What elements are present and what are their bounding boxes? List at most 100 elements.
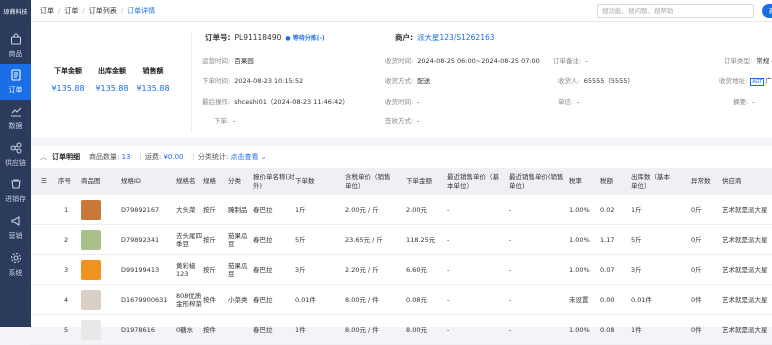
order-icon — [10, 69, 22, 85]
address-tag: AGT — [750, 78, 765, 86]
cell-qty: 1斤 — [295, 205, 306, 214]
address-field: 收货地址: AGT 广 — [719, 75, 772, 86]
sidebar-item[interactable]: 订单 — [0, 64, 31, 100]
order-note-value: - — [233, 117, 236, 125]
category-stats-link[interactable]: 点击查看 — [230, 153, 258, 161]
cell-spec-id: D1978616 — [121, 325, 155, 334]
chevron-up-icon[interactable]: ︿ — [40, 152, 47, 162]
sign-method-field: 签收方式: - — [385, 115, 420, 125]
order-id-field: 订单号: PL91118490 ● 等待分拣(-) — [205, 32, 325, 43]
order-type-value: 常规 - — [756, 57, 772, 65]
product-image — [81, 260, 101, 280]
column-settings-icon[interactable]: ☰ — [41, 168, 47, 195]
cell-quote: 春巴拉 — [253, 235, 273, 244]
bag-icon — [10, 33, 22, 49]
cell-quote: 春巴拉 — [253, 205, 273, 214]
separator: | — [192, 153, 195, 161]
address-label: 收货地址: — [719, 77, 748, 85]
cell-spec: 按斤 — [203, 205, 216, 214]
sidebar-item[interactable]: 供应链 — [0, 137, 31, 173]
sidebar-item[interactable]: 商品 — [0, 28, 31, 64]
category-stats-label: 分类统计: — [197, 153, 229, 161]
table-row[interactable]: 3 D99199413 黄彩椒123 按斤 茄果瓜豆 春巴拉 3斤 2.20元 / 斤 6.60… — [31, 255, 772, 285]
sign-method-value: - — [417, 117, 420, 125]
cell-tax-rate: 1.00% — [569, 325, 590, 334]
order-amount-label: 下单金额 — [54, 67, 82, 75]
breadcrumb-item[interactable]: 订单 — [64, 6, 78, 16]
cell-spec: 按斤 — [203, 265, 216, 274]
cell-name: 808优质金形榨菜 — [176, 291, 202, 308]
receive-time-label: 收货时间: — [385, 57, 414, 65]
sidebar-item[interactable]: 系统 — [0, 247, 31, 283]
order-amount-value: ¥135.88 — [51, 84, 85, 93]
cell-out: 1斤 — [631, 205, 642, 214]
cell-tax: 0.00 — [600, 295, 615, 304]
receiver-value: 65555（5555） — [583, 77, 634, 85]
receive-time-field-2: 收货时间: - — [385, 96, 420, 106]
breadcrumb-item[interactable]: 订单 — [40, 6, 54, 16]
freight: 运费: ¥0.00 — [145, 152, 184, 162]
merchant-link[interactable]: 派大星123/S1262163 — [417, 33, 495, 42]
product-image — [81, 230, 101, 250]
sidebar-item[interactable]: 进销存 — [0, 173, 31, 209]
order-remark-value: - — [585, 57, 588, 65]
table-row[interactable]: 1 D79892167 大头菜 按斤 腌制品 春巴拉 1斤 2.00元 / 斤 2.00元 - - 1… — [31, 195, 772, 225]
column-header: 规格名 — [176, 177, 196, 186]
cell-spec: 按件 — [203, 295, 216, 304]
sidebar-item[interactable]: 营销 — [0, 210, 31, 246]
table-row[interactable]: 5 D1978616 0糖水 按件 春巴拉 1件 8.00元 / 件 8.00元 - - 1.00%… — [31, 315, 772, 345]
order-items-table: ☰ 序号 商品图 规格ID 规格名 规格 分类 报价单名称(对外) 下单数 含税… — [31, 168, 772, 345]
cell-qty: 3斤 — [295, 265, 306, 274]
column-header: 规格 — [203, 177, 216, 186]
chevron-down-icon[interactable]: ⌄ — [258, 153, 267, 161]
cell-out: 0.01件 — [631, 295, 652, 304]
receive-method-label: 收货方式: — [385, 77, 414, 85]
cell-price: 8.00元 / 件 — [345, 325, 379, 334]
receive-method-field: 收货方式: 配送 — [385, 75, 430, 85]
column-header: 分类 — [228, 177, 241, 186]
table-row[interactable]: 4 D1679900631 808优质金形榨菜 按件 小菜类 春巴拉 0.01件 8.00元 … — [31, 285, 772, 315]
cell-out: 3斤 — [631, 265, 642, 274]
cell-tax-rate: 未设置 — [569, 295, 589, 304]
receive-time-field: 收货时间: 2024-08-25 06:00~2024-08-25 07:00 — [385, 55, 540, 65]
cell-tax: 0.02 — [600, 205, 615, 214]
summary-field: 摘要: - — [733, 96, 755, 106]
cell-spec-id: D99199413 — [121, 265, 160, 274]
search-input[interactable]: 搜功能、搜问题、搜帮助 — [597, 4, 754, 18]
sidebar-item[interactable]: 数据 — [0, 100, 31, 136]
last-operation-value: shceshi01（2024-08-23 11:46:42） — [234, 98, 349, 106]
cell-name: 去头尾四季豆 — [176, 231, 202, 248]
cell-recent-base: - — [447, 235, 450, 244]
column-header: 序号 — [58, 177, 71, 186]
new-user-guide-button[interactable]: 新手引导 — [762, 4, 772, 18]
cell-qty: 0.01件 — [295, 295, 316, 304]
receive-method-value: 配送 — [417, 77, 431, 85]
summary-label: 摘要: — [733, 98, 749, 106]
sidebar-item-label: 商品 — [8, 50, 23, 58]
cell-amount: 6.60元 — [406, 265, 427, 274]
product-image — [81, 290, 101, 310]
order-summary-card: 下单金额 ¥135.88 出库金额 ¥135.88 销售额 ¥135.88 订单… — [31, 22, 772, 138]
sidebar: 琼鼎科技 商品 订单 数据 供应链 进销存 营销 系统 — [0, 0, 31, 327]
cell-amount: 0.08元 — [406, 295, 427, 304]
receiver-label: 收货人: — [558, 77, 580, 85]
breadcrumb-item[interactable]: 订单列表 — [89, 6, 117, 16]
order-type-label: 订单类型: — [724, 57, 753, 65]
product-image — [81, 200, 101, 220]
cell-name: 0糖水 — [176, 325, 194, 334]
cell-supplier: 艺术就是派大星 — [722, 235, 768, 244]
cell-name: 黄彩椒123 — [176, 261, 196, 278]
breadcrumb-current: 订单详情 — [127, 6, 156, 15]
cell-supplier: 艺术就是派大星 — [722, 205, 768, 214]
cell-recent-base: - — [447, 205, 450, 214]
order-detail-title: 订单明细 — [52, 153, 80, 161]
column-header: 下单数 — [295, 177, 315, 186]
table-row[interactable]: 2 D79892341 去头尾四季豆 按斤 茄果瓜豆 春巴拉 5斤 23.65元 / 斤 118… — [31, 225, 772, 255]
order-note-field: 下单: - — [214, 115, 236, 125]
cell-abnormal: 0斤 — [691, 265, 702, 274]
table-header: ☰ 序号 商品图 规格ID 规格名 规格 分类 报价单名称(对外) 下单数 含税… — [31, 168, 772, 195]
sales-amount-value: ¥135.88 — [136, 84, 170, 93]
sales-amount-label: 销售额 — [142, 67, 164, 75]
cell-price: 2.20元 / 斤 — [345, 265, 379, 274]
order-remark-field: 订单备注: - — [553, 55, 588, 65]
